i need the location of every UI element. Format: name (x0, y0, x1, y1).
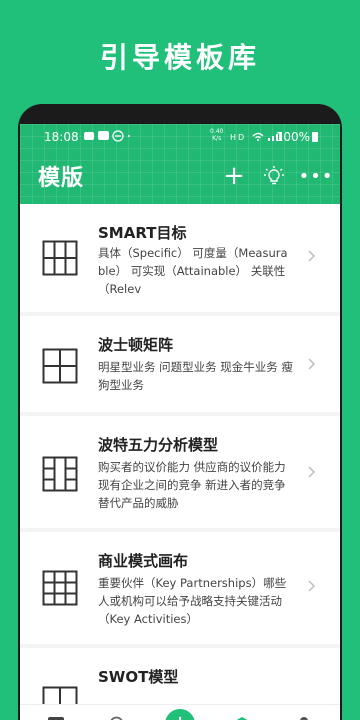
status-time: 18:08 (44, 130, 79, 144)
network-type: HD (230, 133, 247, 142)
promo-title: 引导模板库 (99, 41, 260, 74)
network-speed-value: 0.40 (210, 128, 224, 135)
chevron-right-icon (308, 580, 320, 592)
add-icon-label: + (170, 712, 190, 720)
template-list: SMART目标 具体（Specific） 可度量（Measurable） 可实现… (20, 204, 340, 720)
more-icon: ••• (298, 165, 334, 187)
template-title: 商业模式画布 (98, 552, 189, 570)
person-icon (300, 717, 308, 720)
template-card-boston[interactable]: 波士顿矩阵 明星型业务 问题型业务 现金牛业务 瘦狗型业务 (20, 316, 340, 412)
template-title: SMART目标 (98, 224, 187, 242)
tab-profile[interactable] (284, 705, 324, 720)
grid-3x3-icon (42, 570, 78, 606)
template-title: 波特五力分析模型 (98, 436, 219, 454)
template-title: SWOT模型 (98, 668, 179, 686)
notification-icons (84, 130, 132, 145)
notification-icons-svg (84, 130, 130, 142)
network-speed: 0.40 K/s (210, 128, 223, 142)
template-description: 具体（Specific） 可度量（Measurable） 可实现（Attaina… (98, 246, 288, 296)
battery-icon (312, 132, 318, 142)
template-description: 重要伙伴（Key Partnerships）哪些人或机构可以给予战略支持关键活动… (98, 576, 287, 626)
search-icon (110, 716, 123, 720)
grid-five-forces-icon (42, 456, 78, 492)
app-screen: 18:08 0.40 K/s HD 100% 模版 + ••• SMART目标 … (20, 124, 340, 720)
chevron-right-icon (308, 466, 320, 478)
tab-search[interactable] (98, 705, 138, 720)
layers-icon (236, 717, 248, 720)
plus-icon: + (223, 161, 245, 191)
phone-frame: 18:08 0.40 K/s HD 100% 模版 + ••• SMART目标 … (18, 104, 342, 720)
tab-documents[interactable] (36, 705, 76, 720)
grid-2x2-icon (42, 348, 78, 384)
add-icon: + (165, 709, 195, 720)
network-speed-unit: K/s (212, 135, 222, 142)
chevron-right-icon (308, 358, 320, 370)
add-template-button[interactable]: + (220, 162, 248, 190)
tab-add[interactable]: + (160, 705, 200, 720)
bottom-tab-bar: + (20, 704, 340, 720)
battery-level: 100% (275, 130, 310, 144)
page-title: 模版 (38, 166, 85, 191)
app-header: 18:08 0.40 K/s HD 100% 模版 + ••• (20, 124, 340, 204)
grid-2x2-split-icon (42, 240, 78, 276)
document-icon (48, 717, 64, 720)
more-options-button[interactable]: ••• (299, 162, 333, 190)
template-card-canvas[interactable]: 商业模式画布 重要伙伴（Key Partnerships）哪些人或机构可以给予战… (20, 532, 340, 644)
template-description: 购买者的议价能力 供应商的议价能力 现有企业之间的竞争 新进入者的竞争 替代产品… (98, 460, 286, 510)
template-title: 波士顿矩阵 (98, 336, 174, 354)
lightbulb-icon (264, 166, 284, 185)
battery-indicator: 100% (276, 130, 318, 144)
template-description: 明星型业务 问题型业务 现金牛业务 瘦狗型业务 (98, 360, 293, 392)
tips-button[interactable] (260, 162, 288, 190)
template-card-smart[interactable]: SMART目标 具体（Specific） 可度量（Measurable） 可实现… (20, 204, 340, 312)
template-card-swot[interactable]: SWOT模型 (20, 648, 340, 720)
chevron-right-icon (308, 250, 320, 262)
tab-templates[interactable] (222, 705, 262, 720)
status-bar: 18:08 0.40 K/s HD 100% (20, 128, 340, 146)
template-card-porter[interactable]: 波特五力分析模型 购买者的议价能力 供应商的议价能力 现有企业之间的竞争 新进入… (20, 416, 340, 528)
